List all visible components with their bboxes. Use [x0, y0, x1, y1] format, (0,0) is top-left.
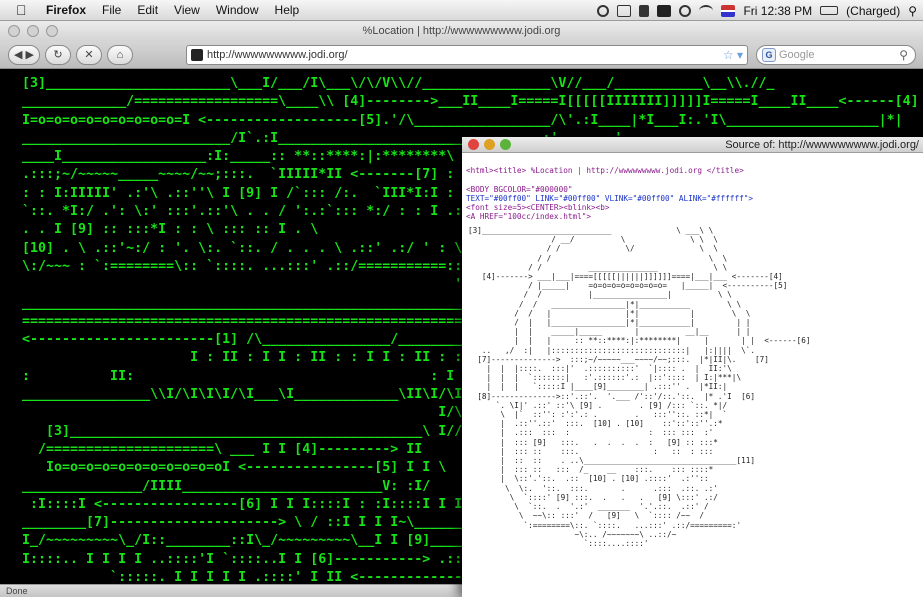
source-line-font: <font size=5><CENTER><blink><b>	[466, 203, 610, 213]
source-art-line: / __/ \ \ \ \	[468, 235, 718, 245]
source-art-line: | .::: ::: : : ::: ::: :'	[468, 428, 714, 438]
source-art-line: `:========\::. `::::. ...:::' .::/======…	[468, 520, 742, 530]
search-icon[interactable]: ⚲	[899, 46, 908, 64]
search-placeholder[interactable]: Google	[779, 49, 814, 61]
source-art-line: | | | `:::::I |____[9]________| .:::'' .…	[468, 382, 728, 392]
source-art-line: / | |________________|*|___________| | |	[468, 318, 751, 328]
view-source-window: Source of: http://wwwwwwwww.jodi.org/ <h…	[462, 137, 923, 597]
time-machine-icon[interactable]	[679, 4, 692, 17]
source-art-line: [4]-------> ___|___|====[[[[[||||||]]]]]…	[468, 272, 783, 282]
status-text: Done	[6, 586, 28, 596]
source-art-line: | | _____|_____ | __|__ | |	[468, 327, 751, 337]
source-art-line: ~\:.. /~~~~~~~\ ..::/~	[468, 529, 677, 539]
zoom-icon[interactable]	[46, 25, 58, 37]
source-ascii-art[interactable]: [3]____________________________ \ ___\ \…	[468, 226, 923, 597]
source-art-line: / / \/ \ \	[468, 244, 718, 254]
status-bar: Done	[0, 584, 462, 597]
url-bar[interactable]: http://wwwwwwwww.jodi.org/ ☆ ▾	[186, 45, 748, 65]
source-art-line: | \::'.'::. .:: [10] . [10] .::::' .:'':…	[468, 474, 709, 484]
source-art-line: | | |::::. :::|' .::::::::::' `|:::: . |…	[468, 364, 732, 374]
source-window-controls	[468, 139, 511, 150]
source-titlebar: Source of: http://wwwwwwwww.jodi.org/	[462, 137, 923, 153]
source-art-line: | | | :: **::****:|:********| | | | <---…	[468, 336, 811, 346]
source-art-line: \ ~~\:: :::' / [9] \ `:::: /~~ /	[468, 511, 705, 521]
screen-icon[interactable]	[657, 4, 672, 17]
source-art-line: \ \:. '::. :::. . .::: .::. .:'	[468, 483, 718, 493]
source-art-line: | ::: :: :::. : :: : :::	[468, 446, 714, 456]
sync-icon[interactable]	[597, 4, 610, 17]
source-art-line: | ::: :: ::: /_ __ :::. ::: ::::*	[468, 465, 714, 475]
source-art-line: `::::....::::'	[468, 538, 649, 548]
reload-button[interactable]: ↻	[44, 44, 71, 65]
wifi-icon[interactable]	[699, 4, 714, 17]
window-titlebar: %Location | http://wwwwwwwww.jodi.org	[0, 21, 923, 41]
spotlight-icon[interactable]: ⚲	[908, 4, 917, 18]
search-bar[interactable]: G Google ⚲	[756, 45, 916, 65]
mac-menu-bar:  Firefox File Edit View Window Help Fri…	[0, 0, 923, 21]
source-line-body: <BODY BGCOLOR="#000000"	[466, 184, 573, 194]
source-art-line: \ `::. . '.:' _______ '.'.::. .::' /	[468, 502, 709, 512]
window-title: %Location | http://wwwwwwwww.jodi.org	[362, 25, 561, 37]
menu-edit[interactable]: Edit	[129, 3, 166, 17]
ascii-line: I=o=o=o=o=o=o=o=o=o=I <-----------------…	[22, 112, 903, 128]
source-art-line: .. ,/ :| |:::::::::::::::::::::::::::::|…	[468, 345, 755, 355]
source-art-line: | :: :: . ..\___________________________…	[468, 456, 755, 466]
apple-icon[interactable]: 	[16, 2, 38, 18]
menu-help[interactable]: Help	[267, 3, 308, 17]
battery-icon[interactable]	[820, 6, 839, 15]
bookmark-star-icon[interactable]: ☆ ▾	[723, 46, 743, 64]
menu-window[interactable]: Window	[208, 3, 267, 17]
url-text[interactable]: http://wwwwwwwww.jodi.org/	[207, 49, 348, 61]
source-art-line: \ |` ::'': :':'.: . . :::''::. ::*| `	[468, 410, 728, 420]
source-art-line: | .::''.::' :::. [10] . [10] ::'::'::''.…	[468, 419, 723, 429]
source-art-line: / / \ \	[468, 253, 728, 263]
source-minimize-icon[interactable]	[484, 139, 495, 150]
source-art-line: | ::: [9] :::. . . . . : [9] :: :::*	[468, 437, 718, 447]
ascii-line: _____________/==================\____\\ …	[22, 94, 923, 110]
source-art-line: \ `::::' [9] :::. . . . [9] \:::' .:/	[468, 492, 718, 502]
source-art-line: [3]____________________________ \ ___\ \	[468, 226, 714, 235]
source-art-line: / / ________________|*|___________ \ \	[468, 299, 742, 309]
minimize-icon[interactable]	[27, 25, 39, 37]
clock-text[interactable]: Fri 12:38 PM	[743, 4, 812, 18]
source-art-line: / / |________________| \ \	[468, 290, 732, 300]
stop-button[interactable]: ✕	[75, 44, 102, 65]
battery-text[interactable]: (Charged)	[846, 4, 900, 18]
source-window-title: Source of: http://wwwwwwwww.jodi.org/	[725, 139, 919, 151]
script-icon[interactable]	[639, 4, 650, 17]
navigation-toolbar: ◀ ▶ ↻ ✕ ⌂ http://wwwwwwwww.jodi.org/ ☆ ▾…	[0, 41, 923, 69]
source-art-line: [8]-------------->::'.::'. '.___ /'::'/:…	[468, 391, 755, 401]
menu-view[interactable]: View	[166, 3, 208, 17]
source-art-line: `. \I|' .::' ::'\ [9] . . [9] /::: `::. …	[468, 400, 728, 410]
source-zoom-icon[interactable]	[500, 139, 511, 150]
menu-app-name[interactable]: Firefox	[38, 3, 94, 17]
site-favicon-icon	[191, 49, 203, 61]
ascii-line: [3]_______________________\___I/___/I\__…	[22, 76, 775, 91]
home-button[interactable]: ⌂	[106, 44, 133, 65]
source-art-line: | | | `:::::::| :'.::::::'.: |::':::: | …	[468, 373, 742, 383]
source-art-line: [7]--------------> :::;~/~~~~~___~~~~/~~…	[468, 354, 769, 364]
source-line-html: <html><title> %Location | http://wwwwwww…	[466, 166, 744, 176]
back-button[interactable]: ◀ ▶	[8, 44, 40, 65]
flag-icon[interactable]	[721, 4, 736, 17]
source-close-icon[interactable]	[468, 139, 479, 150]
window-controls	[8, 25, 58, 37]
source-art-line: / / _______________ \ \	[468, 262, 728, 272]
menu-status-area: Fri 12:38 PM (Charged) ⚲	[597, 0, 917, 21]
source-art-line: / |_____| =o=o=o=o=o=o=o=o= |_____| <---…	[468, 281, 788, 291]
source-line-text-colors: TEXT="#00ff00" LINK="#00ff00" VLINK="#00…	[466, 193, 753, 203]
source-line-href: <A HREF="100cc/index.html">	[466, 212, 591, 222]
source-art-line: / / | |*| | \ \	[468, 308, 751, 318]
close-icon[interactable]	[8, 25, 20, 37]
google-engine-icon[interactable]: G	[762, 48, 776, 62]
mail-icon[interactable]	[617, 4, 632, 17]
menu-file[interactable]: File	[94, 3, 129, 17]
